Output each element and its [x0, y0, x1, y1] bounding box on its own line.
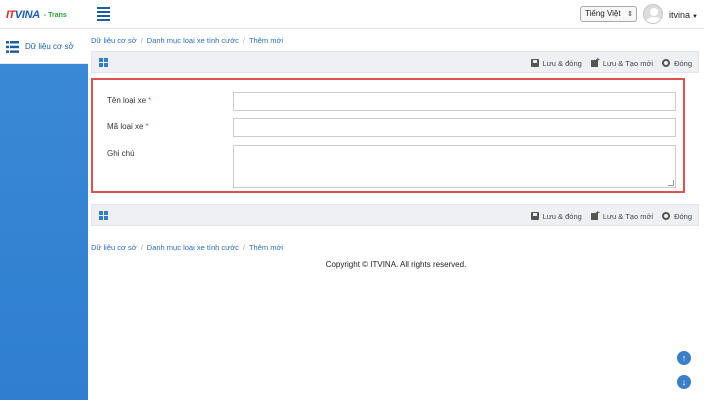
breadcrumb-separator: / — [242, 35, 245, 45]
notes-textarea[interactable] — [233, 145, 676, 188]
scroll-to-bottom-button[interactable]: ↓ — [677, 375, 691, 389]
close-button[interactable]: Đóng — [662, 59, 692, 68]
list-icon — [6, 40, 19, 53]
vehicle-name-label: Tên loại xe * — [107, 96, 152, 105]
breadcrumb-bottom: Dữ liệu cơ sở / Danh mục loại xe tính cư… — [91, 241, 283, 253]
copyright-text: Copyright © ITVINA. All rights reserved. — [325, 260, 467, 269]
close-label: Đóng — [674, 211, 692, 221]
save-new-icon: + — [590, 57, 600, 67]
sidebar: Dữ liệu cơ sở — [0, 30, 88, 400]
save-close-label: Lưu & đóng — [542, 211, 582, 221]
app-logo[interactable]: IT VINA - Trans — [6, 8, 67, 22]
notes-label: Ghi chú — [107, 149, 135, 158]
language-select[interactable]: Tiếng Việt ⇕ — [580, 6, 637, 22]
hamburger-menu-icon[interactable] — [97, 7, 110, 21]
close-label: Đóng — [674, 58, 692, 68]
caret-down-icon: ▼ — [692, 14, 698, 20]
breadcrumb-item-vehicle-types[interactable]: Danh mục loại xe tính cước — [147, 243, 239, 252]
breadcrumb-item-add-new[interactable]: Thêm mới — [249, 36, 283, 45]
save-new-button[interactable]: + Lưu & Tạo mới — [590, 57, 654, 68]
resize-handle-icon[interactable] — [668, 180, 674, 186]
save-new-button[interactable]: + Lưu & Tạo mới — [590, 210, 654, 221]
select-arrows-icon: ⇕ — [627, 11, 633, 18]
close-button[interactable]: Đóng — [662, 212, 692, 221]
save-new-icon: + — [590, 210, 600, 220]
user-menu[interactable]: itvina ▼ — [669, 10, 698, 20]
sidebar-item-base-data[interactable]: Dữ liệu cơ sở — [0, 30, 88, 64]
breadcrumb-item-base-data[interactable]: Dữ liệu cơ sở — [91, 243, 137, 252]
breadcrumb-item-vehicle-types[interactable]: Danh mục loại xe tính cước — [147, 36, 239, 45]
breadcrumb-separator: / — [140, 35, 143, 45]
main-content: Dữ liệu cơ sở / Danh mục loại xe tính cư… — [88, 30, 704, 400]
vehicle-code-input[interactable] — [233, 118, 676, 137]
save-close-button[interactable]: Lưu & đóng — [530, 58, 582, 68]
save-new-label: Lưu & Tạo mới — [602, 58, 654, 68]
logo-it-text: IT — [6, 9, 15, 21]
form-panel: Tên loại xe * Mã loại xe * Ghi chú — [91, 78, 685, 193]
grid-icon — [99, 211, 109, 221]
notes-textarea-wrap — [233, 145, 676, 188]
language-select-value: Tiếng Việt — [585, 9, 621, 18]
breadcrumb-separator: / — [140, 242, 143, 252]
breadcrumb-item-base-data[interactable]: Dữ liệu cơ sở — [91, 36, 137, 45]
scroll-to-top-button[interactable]: ↑ — [677, 351, 691, 365]
close-circle-icon — [662, 212, 671, 220]
vehicle-name-input[interactable] — [233, 92, 676, 111]
breadcrumb: Dữ liệu cơ sở / Danh mục loại xe tính cư… — [91, 34, 283, 46]
save-new-label: Lưu & Tạo mới — [602, 211, 654, 221]
grid-icon — [99, 58, 109, 68]
save-icon — [530, 59, 539, 67]
vehicle-code-label: Mã loại xe * — [107, 122, 149, 131]
form-toolbar-top: Lưu & đóng + Lưu & Tạo mới Đóng — [91, 51, 699, 73]
close-circle-icon — [662, 59, 671, 67]
sidebar-item-label: Dữ liệu cơ sở — [25, 42, 74, 51]
arrow-up-icon: ↑ — [681, 353, 687, 363]
top-bar: IT VINA - Trans Tiếng Việt ⇕ itvina ▼ — [0, 0, 704, 29]
avatar[interactable] — [643, 4, 663, 24]
save-close-label: Lưu & đóng — [542, 58, 582, 68]
breadcrumb-separator: / — [242, 242, 245, 252]
arrow-down-icon: ↓ — [681, 377, 687, 387]
username-label: itvina — [669, 10, 691, 20]
breadcrumb-item-add-new[interactable]: Thêm mới — [249, 243, 283, 252]
save-close-button[interactable]: Lưu & đóng — [530, 211, 582, 221]
logo-vina-text: VINA — [14, 9, 40, 21]
form-toolbar-bottom: Lưu & đóng + Lưu & Tạo mới Đóng — [91, 204, 699, 226]
logo-trans-text: - Trans — [43, 11, 67, 19]
save-icon — [530, 212, 539, 220]
